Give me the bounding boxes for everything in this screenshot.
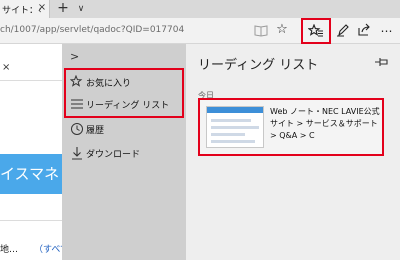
nav-item-downloads[interactable]: ダウンロード (66, 142, 182, 164)
new-tab-button[interactable]: + (56, 0, 70, 18)
url-field[interactable]: ch/1007/app/servlet/qadoc?QID=017704 (0, 25, 184, 35)
reading-list-pane: リーディング リスト 今日 Web ノート・NEC LAVIE公式サイト > サ… (186, 44, 400, 260)
reading-list-icon (71, 99, 83, 109)
page-divider (0, 80, 62, 81)
history-icon (71, 123, 83, 135)
pane-title: リーディング リスト (198, 58, 319, 73)
hub-nav: > お気に入り リーディング リスト 履歴 ダウンロード (62, 44, 186, 260)
reading-view-icon[interactable] (254, 24, 268, 37)
nav-label: 履歴 (86, 126, 105, 136)
pin-icon[interactable] (374, 56, 390, 68)
tab-bar: サイト：‹ × + ∨ (0, 0, 400, 18)
tab-list-chevron-icon[interactable]: ∨ (75, 1, 87, 17)
page-banner: イスマネ (0, 154, 62, 194)
add-favorite-star-icon[interactable]: ☆ (274, 22, 290, 38)
nav-item-history[interactable]: 履歴 (66, 118, 182, 140)
expand-chevron-icon[interactable]: > (70, 50, 84, 64)
page-text: 地… (0, 245, 19, 255)
background-page: × イスマネ 地… （すべて (0, 44, 69, 260)
favorites-star-icon (70, 75, 83, 87)
web-notes-pen-icon[interactable] (336, 23, 350, 37)
nav-label: リーディング リスト (86, 101, 170, 111)
nav-label: ダウンロード (86, 150, 141, 160)
thumbnail-line (211, 119, 251, 122)
nav-item-favorites[interactable]: お気に入り (66, 71, 182, 93)
nav-label: お気に入り (86, 79, 132, 89)
address-bar: ch/1007/app/servlet/qadoc?QID=017704 ☆ … (0, 18, 400, 44)
page-divider (0, 220, 62, 221)
item-thumbnail (206, 106, 264, 148)
download-icon (72, 147, 82, 160)
page-close-icon[interactable]: × (2, 62, 10, 73)
thumbnail-line (211, 126, 259, 129)
thumbnail-line (211, 140, 255, 143)
tab-current[interactable]: サイト：‹ × (0, 0, 50, 18)
hub-button[interactable] (301, 18, 331, 44)
item-title: Web ノート・NEC LAVIE公式サイト > サービス＆サポート > Q&A… (270, 107, 380, 140)
tab-close-icon[interactable]: × (36, 2, 48, 15)
share-icon[interactable] (357, 23, 371, 37)
thumbnail-line (211, 133, 245, 136)
nav-item-reading-list[interactable]: リーディング リスト (66, 93, 182, 115)
more-menu-icon[interactable]: … (380, 22, 394, 37)
thumbnail-header (207, 107, 263, 113)
reading-list-item[interactable]: Web ノート・NEC LAVIE公式サイト > サービス＆サポート > Q&A… (198, 98, 384, 156)
hub-favorites-icon (308, 24, 323, 37)
